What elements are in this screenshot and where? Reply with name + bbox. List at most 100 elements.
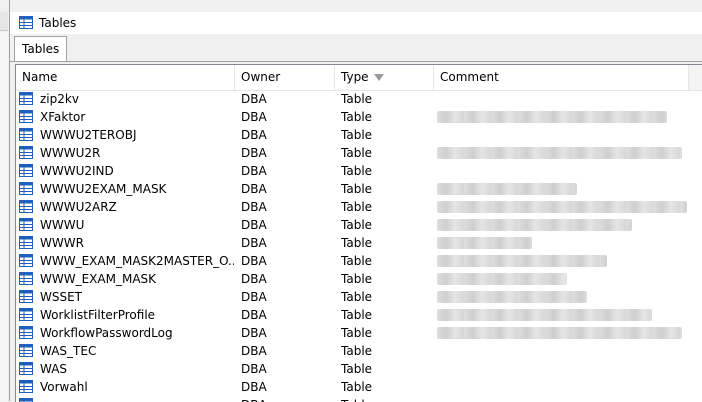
cell-owner: DBA	[241, 270, 331, 288]
table-icon	[19, 200, 33, 216]
cell-owner: DBA	[241, 306, 331, 324]
cell-comment	[437, 90, 692, 108]
cell-owner: DBA	[241, 324, 331, 342]
cell-owner: DBA	[241, 396, 331, 402]
cell-name: WAS_TEC	[40, 342, 234, 360]
cell-owner: DBA	[241, 198, 331, 216]
column-header-type-label: Type	[341, 70, 369, 84]
table-icon	[19, 380, 33, 396]
cell-type: Table	[341, 108, 431, 126]
cell-type: Table	[341, 378, 431, 396]
left-scrollbar-up[interactable]	[0, 12, 8, 31]
cell-owner: DBA	[241, 216, 331, 234]
column-header-type[interactable]: Type	[335, 65, 434, 90]
table-icon	[19, 164, 33, 180]
cell-name: WWW_EXAM_MASK	[40, 270, 234, 288]
cell-type: Table	[341, 216, 431, 234]
table-icon	[19, 236, 33, 252]
window-title: Tables	[39, 16, 76, 30]
cell-name: XFaktor	[40, 108, 234, 126]
left-panel-strip	[0, 0, 10, 401]
table-row[interactable]: WWWU2EXAM_MASK DBA Table	[16, 180, 702, 198]
redacted-comment	[437, 111, 667, 123]
cell-owner: DBA	[241, 180, 331, 198]
table-row[interactable]: WWW_EXAM_MASK DBA Table	[16, 270, 702, 288]
table-row[interactable]: WWW_EXAM_MASK2MASTER_O...DBATable	[16, 252, 702, 270]
cell-type: Table	[341, 288, 431, 306]
table-icon	[19, 362, 33, 378]
redacted-comment	[437, 237, 532, 249]
window-titlebar: Tables	[10, 12, 702, 34]
cell-owner: DBA	[241, 342, 331, 360]
cell-name: WAS	[40, 360, 234, 378]
cell-owner: DBA	[241, 288, 331, 306]
cell-comment	[437, 126, 692, 144]
table-icon	[19, 146, 33, 162]
redacted-comment	[437, 201, 687, 213]
table-row[interactable]: WWWU2R DBA Table	[16, 144, 702, 162]
table-row[interactable]: WAS DBA Table	[16, 360, 702, 378]
cell-comment	[437, 162, 692, 180]
cell-type: Table	[341, 252, 431, 270]
cell-owner: DBA	[241, 126, 331, 144]
cell-type: Table	[341, 360, 431, 378]
table-row[interactable]: WWWU2INDDBATable	[16, 162, 702, 180]
cell-type: Table	[341, 126, 431, 144]
table-icon	[19, 308, 33, 324]
cell-type: Table	[341, 144, 431, 162]
table-icon	[19, 16, 33, 32]
table-icon	[19, 110, 33, 126]
table-rows: zip2kvDBATableXFaktorDBATableWWWU2TEROBJ…	[16, 90, 702, 402]
cell-owner: DBA	[241, 162, 331, 180]
cell-owner: DBA	[241, 252, 331, 270]
table-row[interactable]: WAS_TEC DBA Table	[16, 342, 702, 360]
table-icon	[19, 272, 33, 288]
cell-comment	[437, 342, 692, 360]
table-row[interactable]: WWWRDBATable	[16, 234, 702, 252]
column-header-owner[interactable]: Owner	[235, 65, 335, 90]
column-header-comment[interactable]: Comment	[434, 65, 689, 90]
cell-name: WorklistFilterProfile	[40, 306, 234, 324]
cell-owner: DBA	[241, 144, 331, 162]
cell-type: Table	[341, 324, 431, 342]
sort-descending-icon	[374, 74, 384, 81]
table-row[interactable]: VorwahlDBATable	[16, 378, 702, 396]
left-scrollbar-track[interactable]	[0, 32, 8, 401]
cell-comment	[437, 378, 692, 396]
table-row[interactable]: XFaktor DBA Table	[16, 108, 702, 126]
cell-name: WWWU2TEROBJ	[40, 126, 234, 144]
redacted-comment	[437, 309, 652, 321]
table-row[interactable]: WWWU2ARZDBATable	[16, 198, 702, 216]
cell-type: Table	[341, 342, 431, 360]
column-header-name[interactable]: Name	[16, 65, 235, 90]
cell-name: WorkflowPasswordLog	[40, 324, 234, 342]
tab-tables[interactable]: Tables	[14, 36, 67, 61]
cell-owner: DBA	[241, 378, 331, 396]
cell-type: Table	[341, 396, 431, 402]
table-row[interactable]: WWWU DBA Table	[16, 216, 702, 234]
table-row[interactable]: DBA Table	[16, 396, 702, 402]
cell-owner: DBA	[241, 360, 331, 378]
cell-comment	[437, 396, 692, 402]
cell-type: Table	[341, 270, 431, 288]
cell-type: Table	[341, 234, 431, 252]
table-icon	[19, 326, 33, 342]
redacted-comment	[437, 291, 587, 303]
table-row[interactable]: WorklistFilterProfileDBATable	[16, 306, 702, 324]
cell-name: WWWU2ARZ	[40, 198, 234, 216]
column-header-comment-label: Comment	[440, 70, 499, 84]
table-icon	[19, 182, 33, 198]
cell-comment	[437, 360, 692, 378]
cell-name: WWWU2EXAM_MASK	[40, 180, 234, 198]
cell-name	[40, 396, 234, 402]
table-row[interactable]: WWWU2TEROBJ DBA Table	[16, 126, 702, 144]
table-icon	[19, 344, 33, 360]
table-row[interactable]: WSSETDBATable	[16, 288, 702, 306]
cell-name: WWWU2R	[40, 144, 234, 162]
cell-type: Table	[341, 180, 431, 198]
table-row[interactable]: zip2kvDBATable	[16, 90, 702, 108]
cell-owner: DBA	[241, 108, 331, 126]
redacted-comment	[437, 273, 567, 285]
cell-name: WWWU	[40, 216, 234, 234]
table-row[interactable]: WorkflowPasswordLog DBA Table	[16, 324, 702, 342]
